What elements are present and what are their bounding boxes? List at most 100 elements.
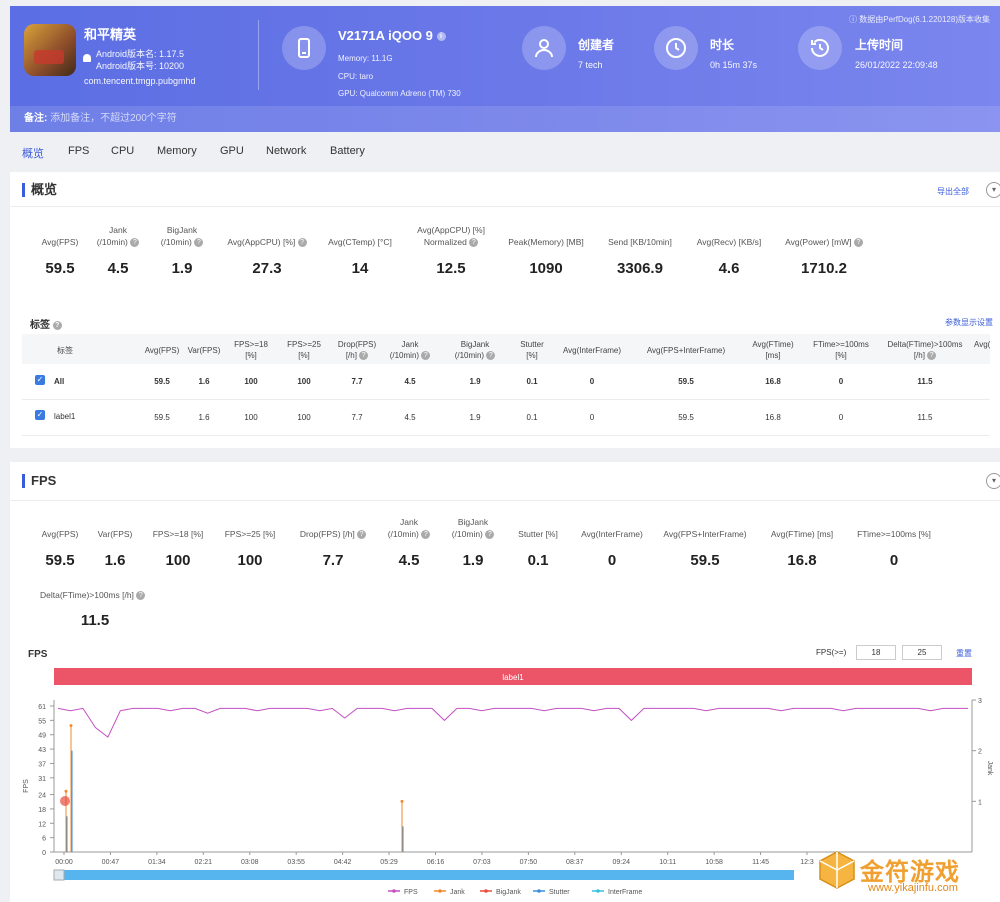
metric-label: Avg(InterFrame) [581,529,643,539]
overview-title: 概览 [22,183,57,197]
metric-label: Stutter [%] [518,529,558,539]
creator-value: 7 tech [578,60,603,70]
table-cell: 7.7 [351,413,363,422]
help-icon: ? [486,351,496,361]
help-icon: ? [853,238,863,248]
metric-value: 4.5 [398,552,420,569]
table-cell: 100 [244,413,258,422]
table-cell: 0 [838,377,844,386]
source-note: ⓘ 数据由PerfDog(6.1.220128)版本收集 [849,15,990,24]
band-label: label1 [502,673,524,682]
y-tick-label: 43 [38,747,46,754]
creator-label: 创建者 [578,38,615,52]
table-cell: 59.5 [154,377,170,386]
table-cell: 11.5 [917,413,933,422]
legend-dot [438,889,442,893]
row-checkbox[interactable]: ✓ [35,375,45,385]
help-icon: ? [297,238,307,248]
tab-gpu[interactable]: GPU [220,145,244,157]
history-icon [798,26,842,70]
export-all-link[interactable]: 导出全部 [937,186,969,197]
col-header: Stutter [%] [520,340,544,360]
table-cell: 1.9 [469,377,481,386]
tab-fps[interactable]: FPS [68,145,89,157]
metric-label: FTime>=100ms [%] [857,529,931,539]
android-version-code: Android版本号: 10200 [96,61,185,71]
table-cell: 100 [297,413,311,422]
legend-dot [392,889,396,893]
watermark-cube-icon [819,851,855,889]
help-icon: ? [485,530,495,540]
watermark: 金符游戏 www.yikajinfu.com [818,850,994,898]
table-cell: 59.5 [678,413,694,422]
app-name: 和平精英 [84,27,137,42]
table-cell: 100 [244,377,258,386]
metric-value: 4.5 [107,260,129,277]
header-divider [258,20,259,90]
metric-label: Avg(AppCPU) [%] ? [220,236,314,248]
metric-label: Avg(FPS) [41,237,79,247]
section-tabs: 概览 FPS CPU Memory GPU Network Battery [10,140,1000,164]
metric-label: Avg(FPS+InterFrame) [663,529,747,539]
row-checkbox[interactable]: ✓ [35,410,45,420]
x-tick-label: 11:45 [752,859,769,866]
y-tick-label: 61 [38,704,46,711]
tab-network[interactable]: Network [266,145,306,157]
jank-spikes [64,724,404,852]
metric-label: FPS>=18 [%] [152,529,204,539]
scroll-handle[interactable] [53,869,65,881]
col-header: Avg(FPS+InterFrame) [646,346,726,355]
y-tick-label: 0 [42,850,46,857]
help-icon: ? [130,238,140,248]
x-tick-label: 09:24 [612,859,630,866]
overview-divider [10,206,1000,207]
help-icon: ? [194,238,204,248]
x-tick-label: 10:11 [659,859,676,866]
x-tick-label: 10:58 [705,859,723,866]
collapse-fps-icon[interactable]: ▾ [986,473,1000,489]
metric-value: 1.6 [104,552,126,569]
metric-label: Avg(Recv) [KB/s] [696,237,762,247]
metric-label: BigJank (/10min) ? [444,516,502,540]
col-header: 标签 [57,346,73,355]
y-tick-label: 49 [38,733,46,740]
jank-point [400,799,404,803]
help-icon: ? [359,351,369,361]
metric-value: 7.7 [322,552,344,569]
metric-label: Peak(Memory) [MB] [508,237,584,247]
tab-memory[interactable]: Memory [157,145,197,157]
metric-value: 1710.2 [801,260,847,277]
collapse-overview-icon[interactable]: ▾ [986,182,1000,198]
col-header: Avg( [974,340,991,349]
bigjank-marker [60,796,70,806]
range-scrollbar[interactable] [54,870,794,880]
y2-axis-ticks: 1 2 3 [972,698,982,806]
help-icon: ? [357,530,367,540]
x-tick-label: 07:03 [473,859,491,866]
note-bar[interactable]: 备注: 添加备注，不超过200个字符 [10,106,1000,132]
metric-value: 59.5 [45,552,75,569]
tab-battery[interactable]: Battery [330,145,365,157]
tab-cpu[interactable]: CPU [111,145,134,157]
y-tick-label: 37 [38,761,46,768]
table-cell: 0 [589,377,595,386]
help-icon: ? [421,530,431,540]
help-icon: ? [136,591,146,601]
metric-label: Var(FPS) [97,529,133,539]
note-input[interactable]: 添加备注，不超过200个字符 [50,113,177,124]
tab-overview[interactable]: 概览 [22,145,44,161]
metric-value: 0 [607,552,617,569]
col-header: Delta(FTime)>100ms [/h] ? [887,340,963,361]
device-info-icon: i [436,32,446,42]
chart-legend: FPS Jank BigJank Stutter InterFrame [388,889,642,896]
row-name: label1 [54,412,76,421]
col-header: FPS>=25 [%] [287,340,321,360]
device-cpu: CPU: taro [338,72,374,81]
table-cell: 0 [838,413,844,422]
param-settings-link[interactable]: 参数显示设置 [945,317,993,328]
fps-divider [10,500,1000,501]
row-divider [22,399,990,400]
help-icon: ? [421,351,431,361]
metric-value: 3306.9 [617,260,663,277]
table-cell: 0.1 [526,377,538,386]
